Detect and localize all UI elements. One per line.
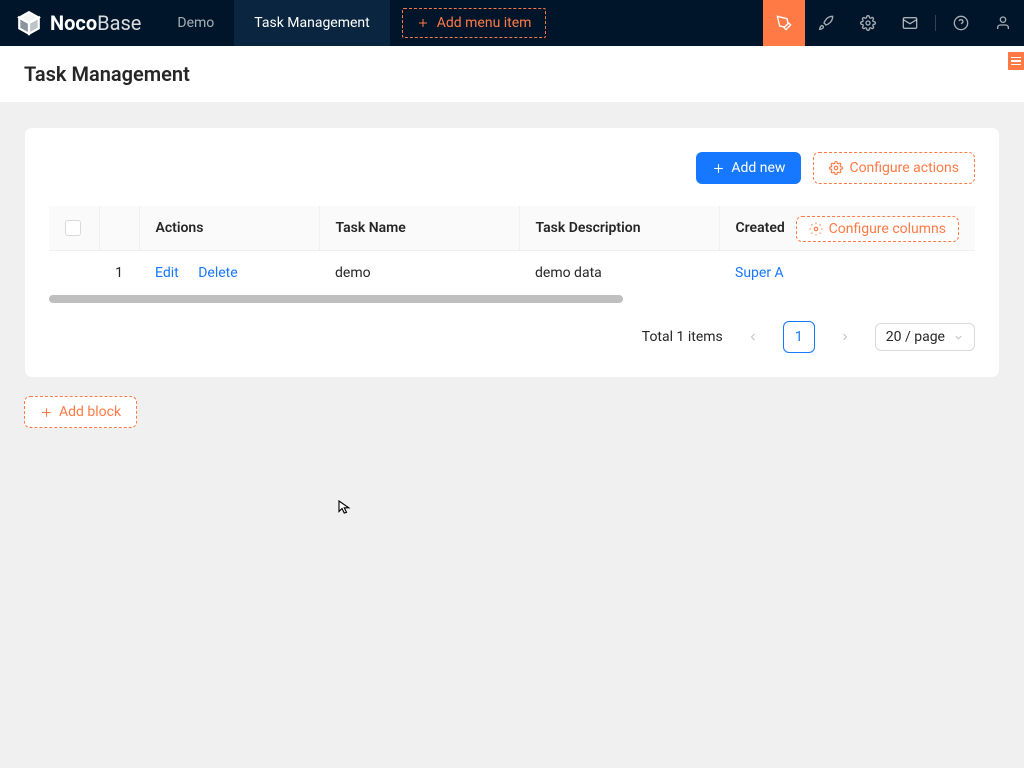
add-menu-item-label: Add menu item <box>437 15 532 31</box>
pagination: Total 1 items 1 20 / page <box>49 321 975 353</box>
add-new-label: Add new <box>731 160 785 176</box>
nav-tabs: Demo Task Management <box>157 0 389 46</box>
rocket-icon <box>818 15 834 31</box>
header-right <box>763 0 1024 46</box>
column-actions: Actions <box>139 206 319 251</box>
settings-button[interactable] <box>847 0 889 46</box>
gear-icon <box>809 222 823 236</box>
gear-icon <box>829 161 843 175</box>
delete-link[interactable]: Delete <box>198 265 237 281</box>
chevron-right-icon <box>839 331 851 343</box>
pagination-prev[interactable] <box>737 321 769 353</box>
cube-icon <box>16 10 42 36</box>
plus-icon <box>417 17 429 29</box>
add-block-label: Add block <box>59 404 121 420</box>
add-menu-item-button[interactable]: Add menu item <box>402 8 547 38</box>
configure-columns-button[interactable]: Configure columns <box>796 216 959 242</box>
row-task-name: demo <box>319 251 519 296</box>
page-size-select[interactable]: 20 / page <box>875 323 975 351</box>
row-select-cell <box>49 251 99 296</box>
row-index: 1 <box>99 251 139 296</box>
row-actions: Edit Delete <box>139 251 319 296</box>
logo-text-bold: Noco <box>50 11 97 35</box>
column-task-description: Task Description <box>519 206 719 251</box>
mail-button[interactable] <box>889 0 931 46</box>
select-all-header <box>49 206 99 251</box>
scrollbar-thumb[interactable] <box>49 295 623 303</box>
plus-icon <box>40 406 53 419</box>
row-created-by: Super A <box>719 251 975 296</box>
horizontal-scrollbar[interactable] <box>49 295 975 303</box>
table-row: 1 Edit Delete demo demo data Super A <box>49 251 975 296</box>
mail-icon <box>902 15 918 31</box>
logo: NocoBase <box>0 10 157 36</box>
pagination-page-1[interactable]: 1 <box>783 321 815 353</box>
table-toolbar: Add new Configure actions <box>49 152 975 184</box>
created-by-link[interactable]: Super A <box>735 265 784 281</box>
user-button[interactable] <box>982 0 1024 46</box>
configure-actions-label: Configure actions <box>849 160 959 176</box>
select-all-checkbox[interactable] <box>65 220 81 236</box>
question-icon <box>953 15 969 31</box>
content: Add new Configure actions Actions Task N… <box>0 103 1024 452</box>
chevron-down-icon <box>953 332 964 343</box>
table-wrap: Actions Task Name Task Description Creat… <box>49 206 975 303</box>
plugin-button[interactable] <box>805 0 847 46</box>
add-block-button[interactable]: Add block <box>24 396 137 428</box>
logo-text-light: Base <box>97 11 141 35</box>
configure-columns-wrap: Configure columns <box>796 216 959 242</box>
side-menu-handle[interactable] <box>1008 52 1024 70</box>
page-header: Task Management <box>0 46 1024 103</box>
configure-actions-button[interactable]: Configure actions <box>813 152 975 184</box>
column-task-name: Task Name <box>319 206 519 251</box>
nav-tab-demo[interactable]: Demo <box>157 0 234 46</box>
user-icon <box>995 15 1011 31</box>
add-block-wrap: Add block <box>24 396 1000 428</box>
help-button[interactable] <box>940 0 982 46</box>
plus-icon <box>712 162 725 175</box>
row-task-description: demo data <box>519 251 719 296</box>
chevron-left-icon <box>747 331 759 343</box>
edit-link[interactable]: Edit <box>155 265 179 281</box>
app-header: NocoBase Demo Task Management Add menu i… <box>0 0 1024 46</box>
pagination-next[interactable] <box>829 321 861 353</box>
table-card: Add new Configure actions Actions Task N… <box>24 127 1000 378</box>
configure-columns-label: Configure columns <box>829 221 946 237</box>
add-new-button[interactable]: Add new <box>696 152 801 184</box>
nav-tab-task-management[interactable]: Task Management <box>234 0 389 46</box>
page-size-label: 20 / page <box>886 329 945 345</box>
divider <box>935 15 936 31</box>
pagination-total: Total 1 items <box>642 329 723 345</box>
gear-icon <box>860 15 876 31</box>
page-title: Task Management <box>24 62 1000 86</box>
cursor-icon <box>336 498 354 516</box>
design-mode-button[interactable] <box>763 0 805 46</box>
index-header <box>99 206 139 251</box>
highlighter-icon <box>776 15 792 31</box>
